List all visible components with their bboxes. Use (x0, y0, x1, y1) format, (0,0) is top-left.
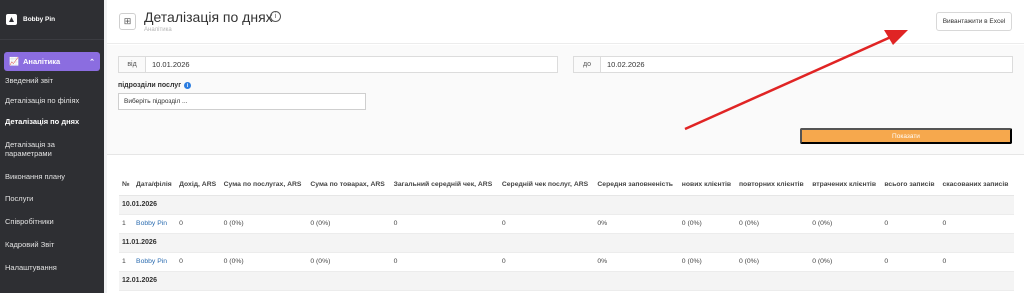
sidebar-item-settings[interactable]: Налаштування (0, 256, 104, 278)
column-header[interactable]: скасованих записів (939, 175, 1014, 196)
export-excel-button[interactable]: Вивантажити в Excel (936, 12, 1012, 31)
table-cell: 0 (881, 252, 940, 272)
brand-logo-icon (6, 14, 17, 25)
date-group-row: 10.01.2026 (119, 195, 1014, 215)
page-header: ⊞ Деталізація по днях i Аналітика Вивант… (107, 0, 1024, 44)
date-group-label: 11.01.2026 (119, 233, 1014, 253)
sidebar-item-label: Співробітники (5, 217, 54, 226)
sidebar-item-label: Зведений звіт (5, 76, 54, 85)
branch-link[interactable]: Bobby Pin (133, 214, 177, 234)
brand[interactable]: Bobby Pin (0, 0, 104, 40)
table-cell: 0 (176, 252, 221, 272)
report-table: № Дата/філія Дохід, ARS Сума по послугах, A… (119, 175, 1014, 293)
subdivisions-label-text: підрозділи послуг (118, 82, 182, 89)
column-header[interactable]: Середня заповненість (594, 175, 679, 196)
table-cell: 0 (939, 214, 1014, 234)
table-cell: 1 (119, 252, 134, 272)
date-group-row: 12.01.2026 (119, 271, 1014, 291)
column-header[interactable]: Дата/філія (133, 175, 177, 196)
sidebar-section-analytics[interactable]: 📈 Аналітика ⌃ (4, 52, 100, 71)
sidebar-item-label: Послуги (5, 194, 34, 203)
table-cell: 0 (881, 214, 940, 234)
sidebar-item-label: Деталізація за параметрами (5, 139, 55, 158)
table-header-row: № Дата/філія Дохід, ARS Сума по послугах, A… (119, 175, 1014, 196)
sidebar-item-label: Кадровий Звіт (5, 240, 55, 249)
table-cell: 0 (939, 252, 1014, 272)
page-title: Деталізація по днях (144, 9, 273, 25)
sidebar: Bobby Pin 📈 Аналітика ⌃ Зведений звіт Де… (0, 0, 104, 293)
date-to-value: 10.02.2026 (607, 60, 645, 69)
table-cell: 0 (0%) (220, 252, 308, 272)
table-cell: 0% (594, 252, 679, 272)
column-header[interactable]: № (119, 175, 134, 196)
sidebar-item-services[interactable]: Послуги (0, 187, 104, 210)
table-cell: 0 (0%) (809, 252, 882, 272)
date-from-field[interactable]: від 10.01.2026 (118, 56, 558, 73)
column-header[interactable]: всього записів (881, 175, 940, 196)
table-cell: 0 (0%) (735, 214, 810, 234)
table-cell: 0 (0%) (307, 214, 391, 234)
table-cell: 0 (390, 252, 499, 272)
column-header[interactable]: Сума по товарах, ARS (307, 175, 391, 196)
date-to-label: до (574, 57, 601, 72)
table-cell: 1 (119, 214, 134, 234)
sidebar-item-label: Налаштування (5, 262, 57, 272)
sidebar-nav: 📈 Аналітика ⌃ Зведений звіт Деталізація … (0, 52, 104, 278)
sidebar-item-hr-report[interactable]: Кадровий Звіт (0, 233, 104, 256)
show-button[interactable]: Показати (800, 128, 1012, 144)
sidebar-item-label: Виконання плану (5, 171, 65, 181)
date-group-label: 12.01.2026 (119, 271, 1014, 291)
sidebar-item-employees[interactable]: Співробітники (0, 210, 104, 233)
date-to-field[interactable]: до 10.02.2026 (573, 56, 1013, 73)
sidebar-item-by-days[interactable]: Деталізація по днях (0, 111, 104, 132)
sidebar-item-label: Деталізація по днях (5, 117, 80, 126)
sidebar-item-summary[interactable]: Зведений звіт (0, 71, 104, 90)
column-header[interactable]: повторних клієнтів (735, 175, 810, 196)
breadcrumb[interactable]: Аналітика (144, 27, 172, 33)
column-header[interactable]: Середній чек послуг, ARS (498, 175, 595, 196)
chevron-up-icon: ⌃ (89, 58, 95, 66)
sidebar-item-plan[interactable]: Виконання плану (0, 165, 104, 187)
table-cell: 0 (0%) (220, 214, 308, 234)
column-header[interactable]: Загальний середній чек, ARS (390, 175, 499, 196)
column-header[interactable]: Сума по послугах, ARS (220, 175, 308, 196)
column-header[interactable]: Дохід, ARS (176, 175, 221, 196)
subdivisions-select[interactable]: Виберіть підрозділ ... (118, 93, 366, 110)
main-content: ⊞ Деталізація по днях i Аналітика Вивант… (107, 0, 1024, 293)
sidebar-item-label: Деталізація по філіях (5, 96, 80, 105)
date-from-value: 10.01.2026 (152, 60, 190, 69)
sidebar-item-by-branches[interactable]: Деталізація по філіях (0, 90, 104, 111)
date-group-row: 11.01.2026 (119, 233, 1014, 253)
table-cell: 0 (498, 252, 595, 272)
subdivisions-label: підрозділи послуг i (118, 82, 192, 89)
info-icon[interactable]: i (270, 11, 281, 22)
column-header[interactable]: нових клієнтів (678, 175, 736, 196)
table-row: 1 Bobby Pin 0 0 (0%) 0 (0%) 0 0 0% 0 (0%) 0 (0%) 0… (119, 252, 1014, 272)
table-cell: 0 (0%) (307, 252, 391, 272)
table-cell: 0 (0%) (735, 252, 810, 272)
sidebar-item-by-params[interactable]: Деталізація за параметрами (0, 132, 104, 165)
table-cell: 0 (498, 214, 595, 234)
table-row: 1 Bobby Pin 0 0 (0%) 0 (0%) 0 0 0% 0 (0%) 0 (0%) 0… (119, 214, 1014, 234)
sidebar-section-label: Аналітика (23, 57, 61, 66)
date-group-label: 10.01.2026 (119, 195, 1014, 215)
table-cell: 0 (176, 214, 221, 234)
table-cell: 0 (0%) (678, 214, 736, 234)
table-body: 10.01.2026 1 Bobby Pin 0 0 (0%) 0 (0%) 0 0 0% 0 (… (119, 195, 1014, 291)
date-from-label: від (119, 57, 146, 72)
brand-name: Bobby Pin (23, 16, 56, 23)
column-header[interactable]: втрачених клієнтів (809, 175, 882, 196)
filters-panel: від 10.01.2026 до 10.02.2026 підрозділи … (107, 45, 1024, 155)
table-cell: 0% (594, 214, 679, 234)
info-icon[interactable]: i (184, 82, 192, 89)
grid-icon[interactable]: ⊞ (119, 13, 136, 30)
table-cell: 0 (390, 214, 499, 234)
branch-link[interactable]: Bobby Pin (133, 252, 177, 272)
table-cell: 0 (0%) (678, 252, 736, 272)
chart-icon: 📈 (9, 57, 19, 66)
table-cell: 0 (0%) (809, 214, 882, 234)
